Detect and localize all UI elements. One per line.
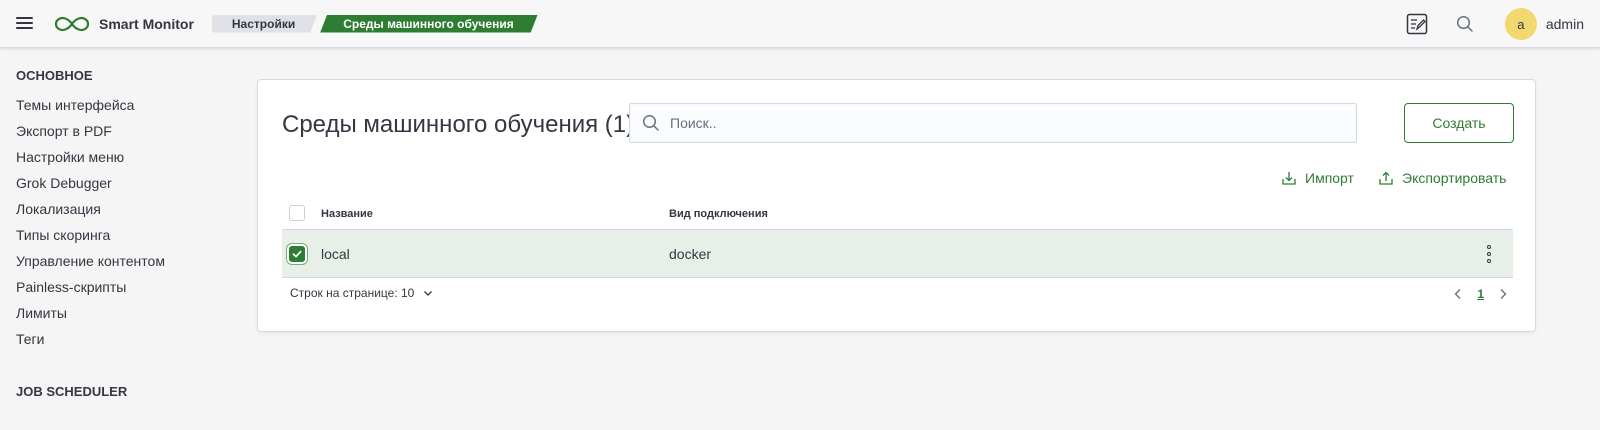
table-row[interactable]: local docker [282,230,1513,278]
page-number-button[interactable]: 1 [1477,287,1484,301]
export-button[interactable]: Экспортировать [1378,170,1506,186]
search-box[interactable] [629,103,1357,143]
ml-environments-table: Название Вид подключения local docker [282,198,1513,278]
chevron-left-icon [1454,289,1461,299]
sidebar-item-content-management[interactable]: Управление контентом [0,248,240,274]
previous-page-button[interactable] [1448,284,1468,304]
row-actions-button[interactable] [1481,244,1497,264]
checkmark-icon [292,250,302,258]
sidebar-item-scoring-types[interactable]: Типы скоринга [0,222,240,248]
app-logo[interactable]: Smart Monitor [48,0,198,48]
ml-environments-panel: Среды машинного обучения (1) Создать Имп… [257,79,1536,332]
import-label: Импорт [1305,170,1354,186]
sidebar-item-painless-scripts[interactable]: Painless-скрипты [0,274,240,300]
hamburger-icon [15,17,33,30]
column-header-name[interactable]: Название [321,208,373,220]
cell-name[interactable]: local [321,246,350,262]
notes-button[interactable] [1393,0,1441,48]
search-icon [642,114,659,131]
rows-per-page-select[interactable]: Строк на странице: 10 [290,286,433,300]
search-icon [1456,15,1473,32]
sidebar-item-menu-settings[interactable]: Настройки меню [0,144,240,170]
settings-sidebar: ОСНОВНОЕ Темы интерфейса Экспорт в PDF Н… [0,48,240,399]
infinity-logo-icon [54,16,90,31]
search-input[interactable] [670,115,1270,131]
next-page-button[interactable] [1493,284,1513,304]
export-icon [1379,171,1393,185]
table-footer: Строк на странице: 10 1 [282,280,1513,308]
cell-connection: docker [669,246,712,262]
sidebar-item-tags[interactable]: Теги [0,326,240,352]
menu-toggle-button[interactable] [0,0,48,48]
page-title: Среды машинного обучения (1) [282,111,635,138]
user-avatar[interactable]: a [1504,8,1537,40]
top-header: Smart Monitor Настройки Среды машинного … [0,0,1600,48]
row-checkbox[interactable] [289,246,305,262]
app-name: Smart Monitor [99,15,194,32]
edit-note-icon [1406,13,1428,35]
table-header: Название Вид подключения [282,198,1513,230]
select-all-checkbox[interactable] [289,205,305,221]
column-header-connection[interactable]: Вид подключения [669,208,768,220]
username[interactable]: admin [1546,16,1584,32]
export-label: Экспортировать [1402,170,1507,186]
sidebar-section-job-scheduler: JOB SCHEDULER [16,384,128,399]
breadcrumb-ml-environments: Среды машинного обучения [320,15,538,33]
kebab-dot-icon [1487,252,1491,256]
chevron-right-icon [1500,289,1507,299]
import-icon [1282,172,1296,185]
kebab-dot-icon [1487,245,1491,249]
sidebar-item-localization[interactable]: Локализация [0,196,240,222]
kebab-dot-icon [1487,259,1491,263]
sidebar-item-limits[interactable]: Лимиты [0,300,240,326]
sidebar-item-pdf-export[interactable]: Экспорт в PDF [0,118,240,144]
global-search-button[interactable] [1441,0,1489,48]
rows-per-page-label: Строк на странице: 10 [290,286,415,300]
import-button[interactable]: Импорт [1281,170,1354,186]
create-button[interactable]: Создать [1404,103,1514,143]
sidebar-item-grok-debugger[interactable]: Grok Debugger [0,170,240,196]
chevron-down-icon [424,291,433,296]
sidebar-section-main: ОСНОВНОЕ [16,68,93,83]
sidebar-item-themes[interactable]: Темы интерфейса [0,92,240,118]
pagination: 1 [1448,284,1513,304]
breadcrumb-settings[interactable]: Настройки [212,15,317,33]
